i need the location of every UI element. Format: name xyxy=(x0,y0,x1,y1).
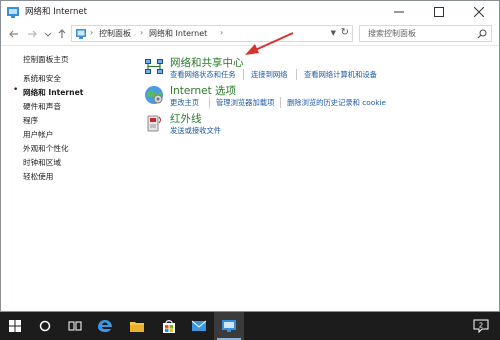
forward-arrow-icon xyxy=(28,30,37,38)
maximize-button[interactable] xyxy=(419,1,459,23)
breadcrumb-separator: › xyxy=(220,28,224,37)
forward-button[interactable] xyxy=(25,26,39,42)
sidebar-item-appearance[interactable]: 外观和个性化 xyxy=(23,143,69,154)
delete-browsing-history-link[interactable]: 删除浏览的历史记录和 cookie xyxy=(287,98,386,108)
breadcrumb-control-panel[interactable]: 控制面板 xyxy=(99,28,131,39)
sidebar-item-user-accounts[interactable]: 用户帐户 xyxy=(23,129,53,140)
link-divider xyxy=(209,97,210,108)
connect-to-network-link[interactable]: 连接到网络 xyxy=(251,70,287,80)
link-divider xyxy=(243,69,244,80)
breadcrumb-separator: › xyxy=(140,28,144,37)
up-button[interactable] xyxy=(55,26,69,42)
link-divider xyxy=(280,97,281,108)
store-button[interactable] xyxy=(154,312,184,340)
recent-locations-button[interactable] xyxy=(41,26,55,42)
edge-icon xyxy=(98,320,112,332)
close-button[interactable] xyxy=(459,1,499,23)
close-icon xyxy=(474,7,484,17)
sidebar: 控制面板主页 系统和安全 • 网络和 Internet 硬件和声音 程序 用户帐… xyxy=(1,45,131,311)
view-network-status-link[interactable]: 查看网络状态和任务 xyxy=(170,70,236,80)
sidebar-item-network-internet[interactable]: 网络和 Internet xyxy=(23,87,83,98)
network-folder-icon xyxy=(7,7,19,18)
cortana-button[interactable] xyxy=(30,312,60,340)
file-explorer-button[interactable] xyxy=(122,312,152,340)
window-title: 网络和 Internet xyxy=(25,7,87,17)
action-center-button[interactable]: 2 xyxy=(466,312,496,340)
internet-options-title[interactable]: Internet 选项 xyxy=(170,83,236,98)
breadcrumb-separator: › xyxy=(90,28,94,37)
refresh-icon[interactable]: ↻ xyxy=(341,27,349,38)
action-center-icon: 2 xyxy=(473,319,489,333)
start-button[interactable] xyxy=(0,312,30,340)
content-area: 网络和共享中心 查看网络状态和任务 连接到网络 查看网络计算机和设备 Inter… xyxy=(139,32,497,311)
view-network-computers-link[interactable]: 查看网络计算机和设备 xyxy=(304,70,377,80)
task-view-button[interactable] xyxy=(60,312,90,340)
minimize-button[interactable] xyxy=(379,1,419,23)
search-box[interactable] xyxy=(359,25,492,42)
sidebar-item-hardware-sound[interactable]: 硬件和声音 xyxy=(23,101,61,112)
task-view-icon xyxy=(68,321,82,331)
minimize-icon xyxy=(394,11,404,13)
mail-icon xyxy=(191,320,207,331)
taskbar: 2 xyxy=(0,312,500,340)
search-input[interactable] xyxy=(368,28,468,39)
link-divider xyxy=(296,69,297,80)
breadcrumb-network-internet[interactable]: 网络和 Internet xyxy=(149,28,207,39)
network-sharing-icon xyxy=(145,59,163,74)
address-dropdown-icon[interactable]: ▼ xyxy=(331,29,336,37)
control-panel-window: 网络和 Internet › 控制面板 › 网络和 Internet › ▼ ↻… xyxy=(0,0,500,312)
windows-logo-icon xyxy=(9,320,21,332)
up-arrow-icon xyxy=(58,29,66,38)
infrared-icon xyxy=(147,115,161,132)
annotation-arrow-icon xyxy=(245,32,294,55)
file-explorer-icon xyxy=(130,322,144,332)
sidebar-item-clock-region[interactable]: 时钟和区域 xyxy=(23,157,61,168)
sidebar-item-control-panel-home[interactable]: 控制面板主页 xyxy=(23,54,69,65)
infrared-title[interactable]: 红外线 xyxy=(170,111,202,126)
control-panel-icon xyxy=(222,320,236,332)
title-bar: 网络和 Internet xyxy=(1,1,499,23)
sidebar-item-programs[interactable]: 程序 xyxy=(23,115,38,126)
cortana-icon xyxy=(39,320,51,332)
back-arrow-icon xyxy=(9,30,18,38)
internet-options-icon xyxy=(145,86,163,104)
mail-button[interactable] xyxy=(184,312,214,340)
sidebar-item-ease-of-access[interactable]: 轻松使用 xyxy=(23,171,53,182)
address-box[interactable]: › 控制面板 › 网络和 Internet › ▼ ↻ xyxy=(71,25,353,42)
notification-count: 2 xyxy=(479,322,483,330)
manage-browser-addons-link[interactable]: 管理浏览器加载项 xyxy=(216,98,274,108)
send-receive-files-link[interactable]: 发送或接收文件 xyxy=(170,126,221,136)
back-button[interactable] xyxy=(7,26,21,42)
control-panel-taskbar-button[interactable] xyxy=(214,312,244,340)
category-infrared: 红外线 发送或接收文件 xyxy=(139,110,497,150)
sidebar-item-system-security[interactable]: 系统和安全 xyxy=(23,73,61,84)
store-icon xyxy=(163,320,175,333)
chevron-down-icon xyxy=(44,32,52,37)
change-homepage-link[interactable]: 更改主页 xyxy=(170,98,199,108)
edge-button[interactable] xyxy=(90,312,120,340)
maximize-icon xyxy=(434,7,444,17)
control-panel-icon xyxy=(76,29,86,39)
search-icon xyxy=(477,29,487,39)
active-bullet-icon: • xyxy=(13,85,19,95)
network-sharing-center-title[interactable]: 网络和共享中心 xyxy=(170,55,244,70)
